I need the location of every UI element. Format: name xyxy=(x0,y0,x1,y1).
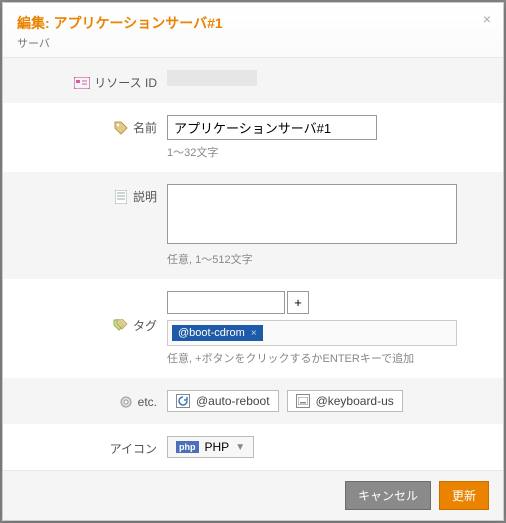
id-card-icon xyxy=(74,75,90,91)
description-input[interactable] xyxy=(167,184,457,244)
label-etc: etc. xyxy=(138,395,157,409)
resource-id-value xyxy=(167,70,257,86)
row-resource-id: リソース ID xyxy=(3,58,503,103)
row-icon: アイコン php PHP ▼ xyxy=(3,424,503,470)
submit-button[interactable]: 更新 xyxy=(439,481,489,510)
tag-list: @boot-cdrom × xyxy=(167,320,457,346)
label-resource-id: リソース ID xyxy=(94,74,157,91)
row-etc: etc. @auto-reboot @keyboard-us xyxy=(3,378,503,424)
tag-add-button[interactable]: + xyxy=(287,291,309,314)
etc-option-keyboard-us[interactable]: @keyboard-us xyxy=(287,390,403,412)
dialog-subtitle: サーバ xyxy=(17,35,489,51)
tag-chip[interactable]: @boot-cdrom × xyxy=(172,325,263,341)
label-tags: タグ xyxy=(133,317,157,334)
tag-chip-label: @boot-cdrom xyxy=(178,327,245,339)
row-description: 説明 任意, 1〜512文字 xyxy=(3,172,503,279)
tag-icon xyxy=(113,120,129,136)
etc-option-auto-reboot[interactable]: @auto-reboot xyxy=(167,390,279,412)
name-hint: 1〜32文字 xyxy=(167,144,489,160)
label-icon: アイコン xyxy=(110,440,157,457)
etc-option-label: @auto-reboot xyxy=(196,394,270,408)
icon-select[interactable]: php PHP ▼ xyxy=(167,436,254,458)
dialog-title: 編集: アプリケーションサーバ#1 xyxy=(17,13,489,33)
keyboard-icon xyxy=(296,394,310,408)
document-icon xyxy=(113,189,129,205)
label-name: 名前 xyxy=(133,119,157,136)
cancel-button[interactable]: キャンセル xyxy=(345,481,431,510)
tags-hint: 任意, +ボタンをクリックするかENTERキーで追加 xyxy=(167,350,489,366)
label-description: 説明 xyxy=(133,188,157,205)
php-icon: php xyxy=(176,441,199,453)
edit-server-dialog: × 編集: アプリケーションサーバ#1 サーバ リソース ID 名前 xyxy=(2,2,504,521)
name-input[interactable] xyxy=(167,115,377,140)
close-icon[interactable]: × xyxy=(479,11,495,27)
gear-icon xyxy=(118,394,134,410)
etc-option-label: @keyboard-us xyxy=(316,394,394,408)
chevron-down-icon: ▼ xyxy=(235,442,245,453)
tags-icon xyxy=(113,318,129,334)
row-tags: タグ + @boot-cdrom × 任意, +ボタンをクリックするかENTER… xyxy=(3,279,503,378)
icon-select-label: PHP xyxy=(205,440,230,454)
row-name: 名前 1〜32文字 xyxy=(3,103,503,172)
tag-input[interactable] xyxy=(167,291,285,314)
reload-icon xyxy=(176,394,190,408)
tag-remove-icon[interactable]: × xyxy=(251,328,257,339)
description-hint: 任意, 1〜512文字 xyxy=(167,251,489,267)
form-body: リソース ID 名前 1〜32文字 xyxy=(3,58,503,470)
dialog-header: 編集: アプリケーションサーバ#1 サーバ xyxy=(3,3,503,58)
